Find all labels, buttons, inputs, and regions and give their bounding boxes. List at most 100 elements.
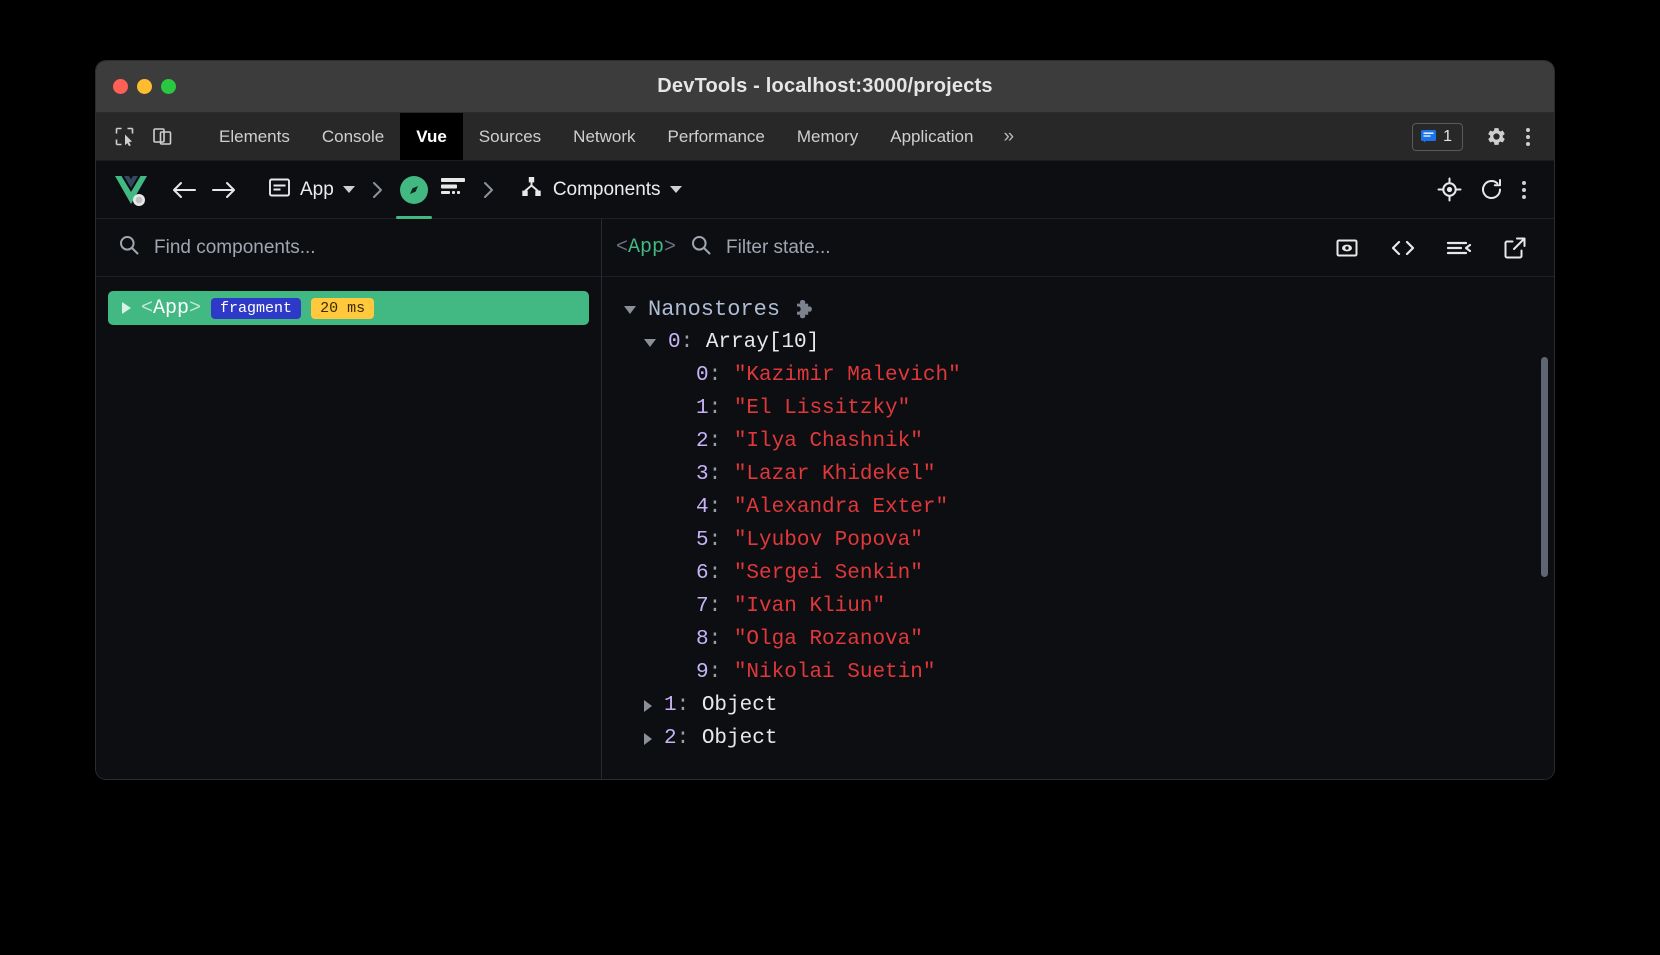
array-item-key: 9 — [696, 661, 709, 684]
maximize-window-button[interactable] — [161, 79, 176, 94]
state-scrollbar[interactable] — [1541, 357, 1548, 577]
triangle-right-icon-entry-1[interactable] — [644, 699, 652, 712]
devtools-tool-buttons — [96, 113, 203, 160]
state-array-item[interactable]: 9: "Nikolai Suetin" — [624, 656, 1554, 689]
forward-button[interactable] — [204, 170, 244, 210]
timeline-tab[interactable] — [434, 161, 472, 219]
chevron-right-icon — [361, 180, 394, 200]
inspect-element-icon[interactable] — [108, 121, 140, 153]
chevron-down-icon-2 — [669, 186, 682, 193]
state-entry-0-type: Array[10] — [705, 331, 820, 354]
triangle-down-icon[interactable] — [624, 305, 636, 314]
triangle-right-icon-entry-2[interactable] — [644, 732, 652, 745]
close-window-button[interactable] — [113, 79, 128, 94]
triangle-right-icon[interactable] — [122, 302, 131, 314]
array-item-key: 7 — [696, 595, 709, 618]
array-item-value: "Sergei Senkin" — [733, 562, 923, 585]
array-item-key: 3 — [696, 463, 709, 486]
array-item-value: "Nikolai Suetin" — [733, 661, 936, 684]
kebab-menu-icon[interactable] — [1516, 127, 1540, 146]
array-item-key: 1 — [696, 397, 709, 420]
array-item-key: 6 — [696, 562, 709, 585]
gear-icon[interactable] — [1480, 121, 1512, 153]
state-array-item[interactable]: 5: "Lyubov Popova" — [624, 524, 1554, 557]
devtools-tabstrip-actions: 1 — [1412, 113, 1554, 160]
tab-vue[interactable]: Vue — [400, 113, 463, 160]
message-count-badge[interactable]: 1 — [1412, 122, 1463, 151]
array-item-key: 0 — [696, 364, 709, 387]
vue-toolbar: App Components — [96, 161, 1554, 219]
array-item-key: 2 — [696, 430, 709, 453]
component-tree-pane: Find components... <App> fragment 20 ms — [96, 219, 602, 779]
array-item-value: "Lyubov Popova" — [733, 529, 923, 552]
state-group-label: Nanostores — [648, 297, 781, 322]
window-title: DevTools - localhost:3000/projects — [657, 75, 993, 97]
state-array-item[interactable]: 4: "Alexandra Exter" — [624, 491, 1554, 524]
devtools-tabstrip: Elements Console Vue Sources Network Per… — [96, 113, 1554, 161]
filter-search-icon — [690, 234, 712, 261]
triangle-down-icon-entry-0[interactable] — [644, 338, 656, 347]
component-search-bar[interactable]: Find components... — [96, 219, 601, 277]
back-button[interactable] — [164, 170, 204, 210]
state-array-item[interactable]: 1: "El Lissitzky" — [624, 392, 1554, 425]
state-array-item[interactable]: 6: "Sergei Senkin" — [624, 557, 1554, 590]
tab-elements[interactable]: Elements — [203, 113, 306, 160]
state-entry-1-key: 1 — [664, 694, 677, 717]
tab-application[interactable]: Application — [874, 113, 989, 160]
state-array-item[interactable]: 3: "Lazar Khidekel" — [624, 458, 1554, 491]
array-item-value: "Kazimir Malevich" — [733, 364, 961, 387]
timeline-icon — [440, 176, 466, 203]
array-item-value: "Olga Rozanova" — [733, 628, 923, 651]
state-entry-1[interactable]: 1: Object — [624, 689, 1554, 722]
array-item-value: "Alexandra Exter" — [733, 496, 949, 519]
minimize-window-button[interactable] — [137, 79, 152, 94]
state-array-item[interactable]: 2: "Ilya Chashnik" — [624, 425, 1554, 458]
state-tree: Nanostores 0: Array[10] 0: "Kazimir Male… — [602, 277, 1554, 779]
state-entry-2[interactable]: 2: Object — [624, 722, 1554, 755]
tab-performance[interactable]: Performance — [652, 113, 781, 160]
refresh-icon[interactable] — [1470, 169, 1512, 211]
component-search-input[interactable]: Find components... — [154, 237, 316, 259]
state-entry-1-type: Object — [701, 694, 778, 717]
array-item-value: "Lazar Khidekel" — [733, 463, 936, 486]
app-selector-label: App — [300, 178, 334, 200]
pop-out-icon[interactable] — [1494, 227, 1536, 269]
state-group-nanostores[interactable]: Nanostores — [624, 293, 1554, 326]
array-item-key: 8 — [696, 628, 709, 651]
panel-selector[interactable]: Components — [513, 161, 688, 219]
vue-kebab-menu-icon[interactable] — [1512, 180, 1536, 199]
devtools-tabs: Elements Console Vue Sources Network Per… — [203, 113, 1412, 160]
array-item-key: 5 — [696, 529, 709, 552]
state-array-item[interactable]: 0: "Kazimir Malevich" — [624, 359, 1554, 392]
inspect-dom-icon[interactable] — [1326, 227, 1368, 269]
collapse-all-icon[interactable] — [1438, 227, 1480, 269]
tree-row-app[interactable]: <App> fragment 20 ms — [108, 291, 589, 325]
chevron-down-icon — [342, 186, 355, 193]
state-filter-input[interactable]: Filter state... — [726, 237, 831, 259]
tab-sources[interactable]: Sources — [463, 113, 557, 160]
tree-row-time-badge: 20 ms — [311, 297, 375, 319]
device-toolbar-icon[interactable] — [146, 121, 178, 153]
tab-network[interactable]: Network — [557, 113, 651, 160]
target-select-icon[interactable] — [1428, 169, 1470, 211]
tabs-overflow-button[interactable]: » — [989, 113, 1028, 160]
open-in-editor-icon[interactable] — [1382, 227, 1424, 269]
array-item-value: "Ilya Chashnik" — [733, 430, 923, 453]
array-item-value: "Ivan Kliun" — [733, 595, 886, 618]
search-icon — [118, 234, 140, 261]
chevron-right-icon-2 — [472, 180, 505, 200]
app-selector[interactable]: App — [262, 161, 361, 219]
app-window-icon — [268, 176, 291, 204]
state-inspector-pane: <App> Filter state... Nanostores 0: Arr… — [602, 219, 1554, 779]
vue-logo — [112, 173, 150, 207]
state-filter-bar: <App> Filter state... — [602, 219, 1554, 277]
state-array-item[interactable]: 7: "Ivan Kliun" — [624, 590, 1554, 623]
state-array-item[interactable]: 8: "Olga Rozanova" — [624, 623, 1554, 656]
tab-memory[interactable]: Memory — [781, 113, 874, 160]
inspector-tab[interactable] — [394, 161, 434, 219]
compass-icon — [399, 175, 428, 204]
tab-console[interactable]: Console — [306, 113, 400, 160]
component-tree: <App> fragment 20 ms — [96, 277, 601, 779]
state-entry-0[interactable]: 0: Array[10] — [624, 326, 1554, 359]
panel-selector-label: Components — [552, 178, 661, 200]
